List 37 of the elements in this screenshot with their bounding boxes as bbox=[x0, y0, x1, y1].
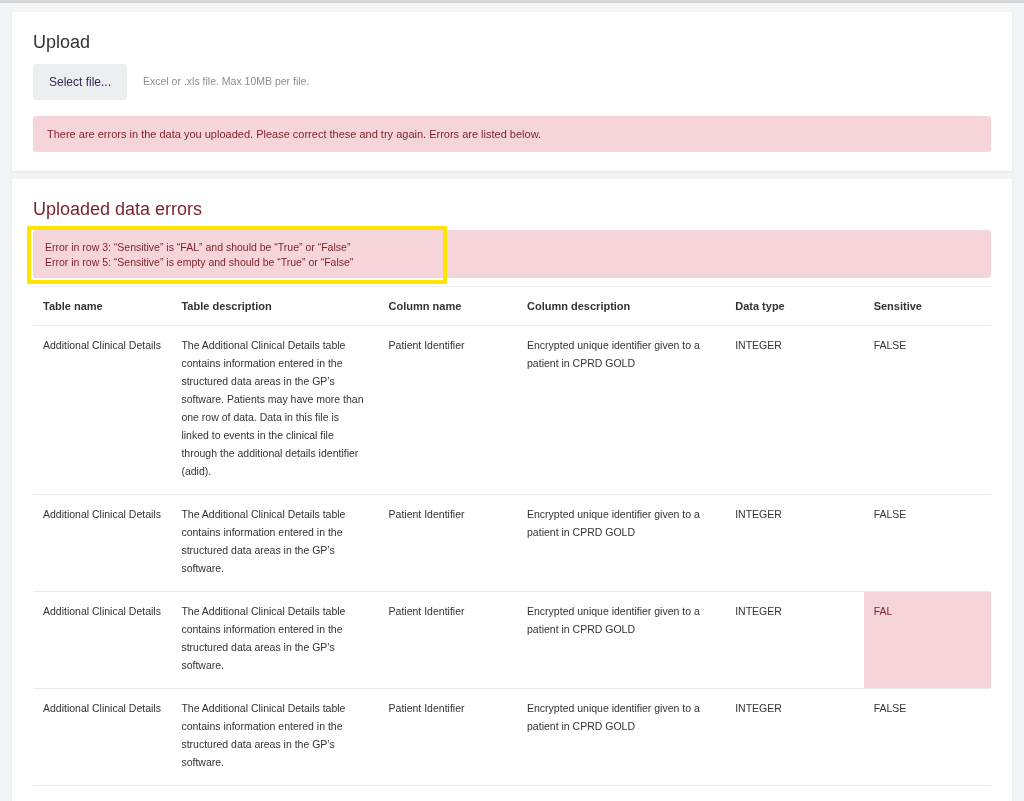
table-cell: Encrypted unique identifier given to a patient in CPRD GOLD bbox=[517, 688, 726, 786]
column-header: Table description bbox=[171, 286, 379, 326]
table-cell: INTEGER bbox=[725, 325, 864, 495]
table-cell: Encrypted unique identifier given to a patient in CPRD GOLD bbox=[517, 325, 726, 495]
table-cell: INTEGER bbox=[725, 494, 864, 592]
table-cell: The Additional Clinical Details table contains information entered in the structured data areas in the GP’s software. Patients may have more than one row of data. Data in this file is linked to events in the clinical file through the additional details identifier (adid). bbox=[171, 325, 379, 495]
column-header: Data type bbox=[725, 286, 864, 326]
table-cell: FAL bbox=[863, 591, 991, 689]
table-cell: Additional Clinical Details bbox=[33, 591, 172, 689]
table-cell: Patient Identifier bbox=[378, 325, 518, 495]
table-cell: The Additional Clinical Details table contains information entered in the structured data areas in the GP’s software. bbox=[171, 688, 379, 786]
table-cell: FALSE bbox=[863, 688, 991, 786]
column-header: Column name bbox=[378, 286, 518, 326]
table-cell: Encrypted unique identifier given to a patient in CPRD GOLD bbox=[517, 494, 726, 592]
error-message: Error in row 3: “Sensitive” is “FAL” and should be “True” or “False” bbox=[45, 239, 352, 255]
section-title: Upload bbox=[33, 32, 92, 54]
column-header: Table name bbox=[33, 286, 172, 326]
table-cell: The Additional Clinical Details table contains information entered in the structured data areas in the GP’s software. bbox=[171, 591, 379, 689]
table-cell: INTEGER bbox=[725, 688, 864, 786]
table-cell: INTEGER bbox=[725, 591, 864, 689]
table-cell: FALSE bbox=[863, 325, 991, 495]
section-title: Uploaded data errors bbox=[33, 199, 204, 221]
table-cell: Additional Clinical Details bbox=[33, 494, 172, 592]
table-cell: Additional Clinical Details bbox=[33, 325, 172, 495]
table-cell: Patient Identifier bbox=[378, 591, 518, 689]
table-cell: FALSE bbox=[863, 494, 991, 592]
select-file-button[interactable]: Select file... bbox=[33, 63, 128, 100]
table-cell: Patient Identifier bbox=[378, 688, 518, 786]
error-alert: There are errors in the data you uploaded. Please correct these and try again. Errors are listed below. bbox=[33, 115, 991, 153]
file-hint: Excel or .xls file. Max 10MB per file. bbox=[143, 73, 310, 89]
table-cell: The Additional Clinical Details table contains information entered in the structured data areas in the GP’s software. bbox=[171, 494, 379, 592]
column-header: Sensitive bbox=[863, 286, 991, 326]
table-cell: Patient Identifier bbox=[378, 494, 518, 592]
error-message: Error in row 5: “Sensitive” is empty and should be “True” or “False” bbox=[45, 254, 355, 270]
column-header: Column description bbox=[517, 286, 726, 326]
table-cell: Additional Clinical Details bbox=[33, 688, 172, 786]
table-cell: Encrypted unique identifier given to a patient in CPRD GOLD bbox=[517, 591, 726, 689]
